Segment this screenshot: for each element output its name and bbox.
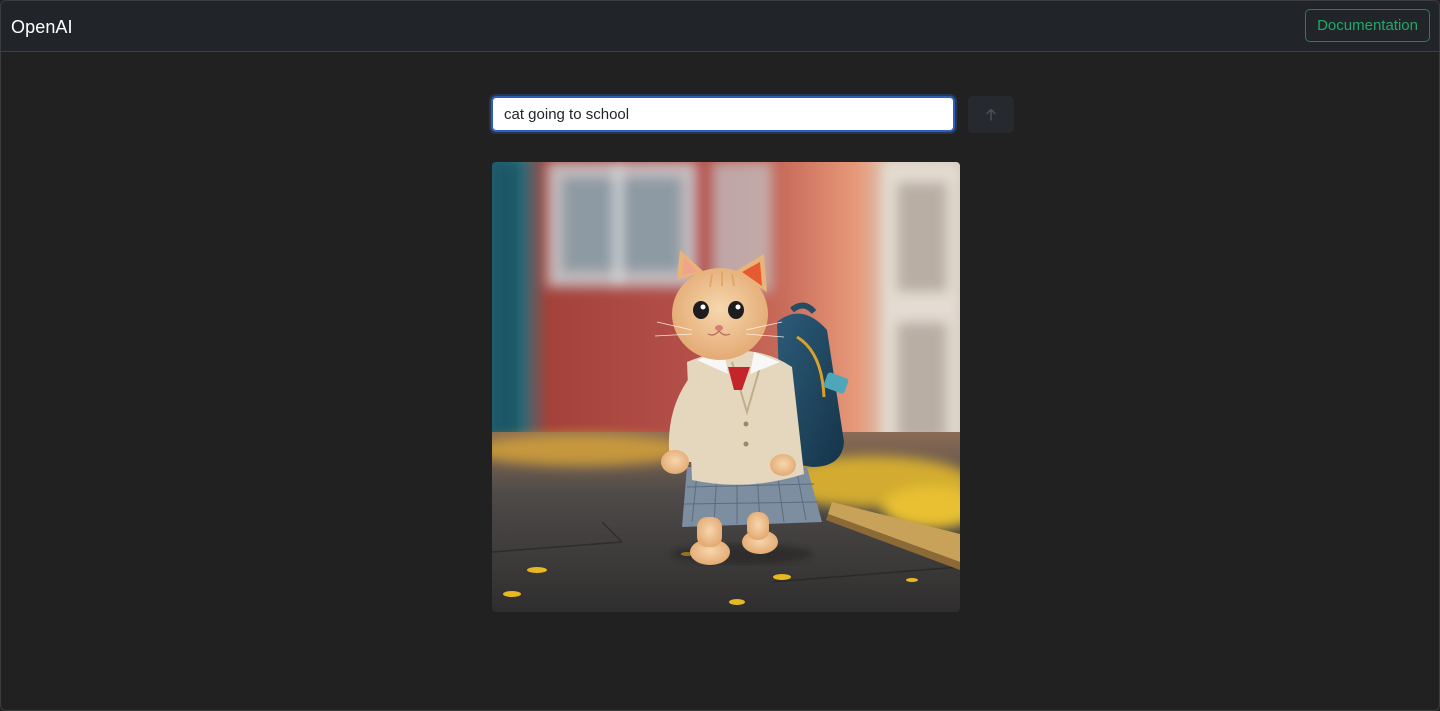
brand-logo[interactable]: OpenAI <box>11 16 73 38</box>
app-window: OpenAI Documentation <box>0 0 1440 711</box>
arrow-up-icon <box>986 108 996 121</box>
generated-image-illustration <box>492 162 960 612</box>
submit-button[interactable] <box>968 96 1014 133</box>
prompt-input[interactable] <box>491 96 955 132</box>
generated-image <box>492 162 960 612</box>
navbar: OpenAI Documentation <box>1 1 1439 52</box>
documentation-button[interactable]: Documentation <box>1305 9 1430 42</box>
